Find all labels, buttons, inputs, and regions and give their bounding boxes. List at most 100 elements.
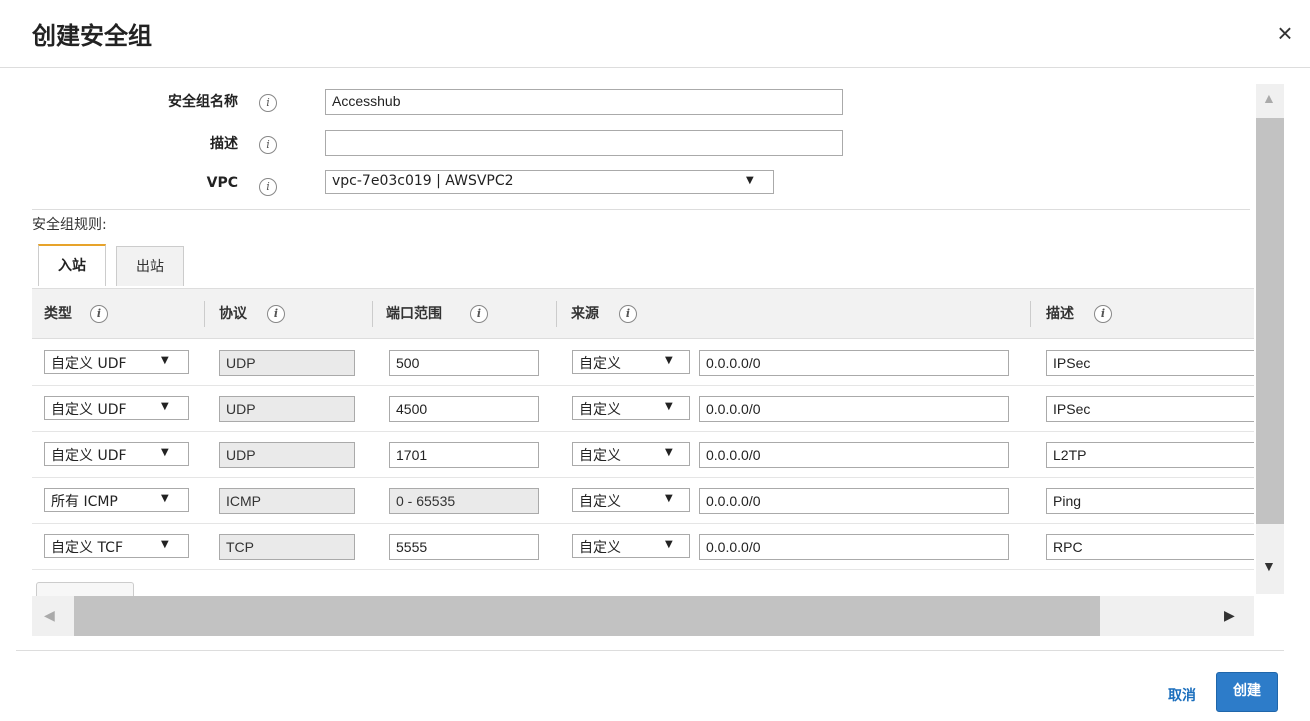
- column-header-label: 协议: [219, 306, 247, 322]
- info-icon[interactable]: i: [1094, 305, 1112, 323]
- port-range-input[interactable]: 5555: [389, 534, 539, 560]
- rule-description-input[interactable]: L2TP: [1046, 442, 1254, 468]
- vertical-scrollbar-thumb[interactable]: [1256, 118, 1284, 524]
- source-cidr-input[interactable]: 0.0.0.0/0: [699, 396, 1009, 422]
- protocol-field: UDP: [219, 350, 355, 376]
- description-label: 描述: [210, 136, 238, 152]
- chevron-down-icon: ▼: [665, 493, 673, 504]
- rule-type-select[interactable]: 自定义 TCF ▼: [44, 534, 189, 558]
- table-header: 类型 i 协议 i 端口范围 i 来源 i 描述 i: [32, 289, 1254, 339]
- table-row: 自定义 UDF ▼ UDP 1701 自定义 ▼ 0.0.0.0/0 L2TP: [32, 432, 1254, 478]
- description-input[interactable]: [325, 130, 843, 156]
- close-button[interactable]: ×: [1270, 18, 1300, 48]
- source-type-value: 自定义: [579, 356, 621, 372]
- port-range-input[interactable]: 1701: [389, 442, 539, 468]
- column-header-port-range: 端口范围 i: [386, 289, 488, 339]
- info-icon[interactable]: i: [259, 136, 277, 154]
- info-icon[interactable]: i: [267, 305, 285, 323]
- rule-type-value: 自定义 UDF: [51, 402, 127, 418]
- chevron-down-icon: ▼: [161, 539, 169, 550]
- modal-header: 创建安全组 ×: [0, 0, 1310, 68]
- info-icon[interactable]: i: [470, 305, 488, 323]
- source-type-select[interactable]: 自定义 ▼: [572, 534, 690, 558]
- column-header-label: 描述: [1046, 306, 1074, 322]
- vertical-scrollbar[interactable]: ▲ ▼: [1256, 84, 1284, 594]
- info-icon[interactable]: i: [619, 305, 637, 323]
- rule-type-select[interactable]: 自定义 UDF ▼: [44, 442, 189, 466]
- info-icon[interactable]: i: [259, 94, 277, 112]
- chevron-down-icon: ▼: [665, 355, 673, 366]
- column-separator: [556, 301, 557, 327]
- table-row: 自定义 UDF ▼ UDP 500 自定义 ▼ 0.0.0.0/0 IPSec: [32, 340, 1254, 386]
- chevron-down-icon: ▼: [161, 355, 169, 366]
- chevron-down-icon: ▼: [161, 401, 169, 412]
- source-type-select[interactable]: 自定义 ▼: [572, 350, 690, 374]
- source-type-value: 自定义: [579, 448, 621, 464]
- rule-description-input[interactable]: IPSec: [1046, 396, 1254, 422]
- column-header-label: 端口范围: [386, 306, 442, 322]
- column-header-source: 来源 i: [571, 289, 637, 339]
- rules-section-label: 安全组规则:: [32, 217, 107, 233]
- rule-description-input[interactable]: IPSec: [1046, 350, 1254, 376]
- rule-description-input[interactable]: Ping: [1046, 488, 1254, 514]
- chevron-down-icon: ▼: [665, 401, 673, 412]
- create-button[interactable]: 创建: [1216, 672, 1278, 712]
- info-icon[interactable]: i: [90, 305, 108, 323]
- column-header-label: 来源: [571, 306, 599, 322]
- rules-table: 类型 i 协议 i 端口范围 i 来源 i 描述 i 自定义 UDF ▼ UDP: [32, 288, 1254, 594]
- horizontal-scrollbar-thumb[interactable]: [74, 596, 1100, 636]
- security-group-name-input[interactable]: Accesshub: [325, 89, 843, 115]
- tab-outbound[interactable]: 出站: [116, 246, 184, 286]
- triangle-left-icon[interactable]: ◀: [44, 607, 55, 624]
- source-type-select[interactable]: 自定义 ▼: [572, 488, 690, 512]
- port-range-field: 0 - 65535: [389, 488, 539, 514]
- source-cidr-input[interactable]: 0.0.0.0/0: [699, 442, 1009, 468]
- source-cidr-input[interactable]: 0.0.0.0/0: [699, 534, 1009, 560]
- triangle-right-icon[interactable]: ▶: [1224, 607, 1235, 624]
- source-type-value: 自定义: [579, 402, 621, 418]
- info-icon[interactable]: i: [259, 178, 277, 196]
- source-cidr-input[interactable]: 0.0.0.0/0: [699, 488, 1009, 514]
- rule-type-select[interactable]: 所有 ICMP ▼: [44, 488, 189, 512]
- column-header-type: 类型 i: [44, 289, 108, 339]
- protocol-field: ICMP: [219, 488, 355, 514]
- vpc-label: VPC: [206, 175, 238, 191]
- horizontal-scrollbar[interactable]: ◀ ▶: [32, 596, 1254, 636]
- chevron-down-icon: ▼: [665, 539, 673, 550]
- column-header-protocol: 协议 i: [219, 289, 285, 339]
- protocol-field: UDP: [219, 442, 355, 468]
- column-separator: [372, 301, 373, 327]
- column-header-description: 描述 i: [1046, 289, 1112, 339]
- cancel-button[interactable]: 取消: [1168, 685, 1196, 705]
- rule-type-select[interactable]: 自定义 UDF ▼: [44, 396, 189, 420]
- column-separator: [204, 301, 205, 327]
- protocol-field: UDP: [219, 396, 355, 422]
- source-type-select[interactable]: 自定义 ▼: [572, 442, 690, 466]
- rule-type-value: 自定义 TCF: [51, 540, 124, 556]
- modal-title: 创建安全组: [32, 22, 152, 50]
- chevron-down-icon: ▼: [746, 175, 754, 186]
- port-range-input[interactable]: 500: [389, 350, 539, 376]
- vpc-select-value: vpc-7e03c019 | AWSVPC2: [332, 173, 514, 189]
- chevron-down-icon: ▼: [161, 493, 169, 504]
- rule-description-input[interactable]: RPC: [1046, 534, 1254, 560]
- source-cidr-input[interactable]: 0.0.0.0/0: [699, 350, 1009, 376]
- tab-inbound[interactable]: 入站: [38, 244, 106, 286]
- form-divider: [32, 209, 1250, 210]
- triangle-up-icon[interactable]: ▲: [1262, 90, 1276, 106]
- source-type-value: 自定义: [579, 540, 621, 556]
- rule-type-value: 自定义 UDF: [51, 356, 127, 372]
- triangle-down-icon[interactable]: ▼: [1262, 558, 1276, 574]
- source-type-value: 自定义: [579, 494, 621, 510]
- vpc-select[interactable]: vpc-7e03c019 | AWSVPC2 ▼: [325, 170, 774, 194]
- chevron-down-icon: ▼: [665, 447, 673, 458]
- table-row: 所有 ICMP ▼ ICMP 0 - 65535 自定义 ▼ 0.0.0.0/0…: [32, 478, 1254, 524]
- footer-divider: [16, 650, 1284, 651]
- port-range-input[interactable]: 4500: [389, 396, 539, 422]
- table-row: 自定义 TCF ▼ TCP 5555 自定义 ▼ 0.0.0.0/0 RPC: [32, 524, 1254, 570]
- column-header-label: 类型: [44, 306, 72, 322]
- security-group-name-label: 安全组名称: [168, 94, 238, 110]
- table-row: 自定义 UDF ▼ UDP 4500 自定义 ▼ 0.0.0.0/0 IPSec: [32, 386, 1254, 432]
- source-type-select[interactable]: 自定义 ▼: [572, 396, 690, 420]
- rule-type-select[interactable]: 自定义 UDF ▼: [44, 350, 189, 374]
